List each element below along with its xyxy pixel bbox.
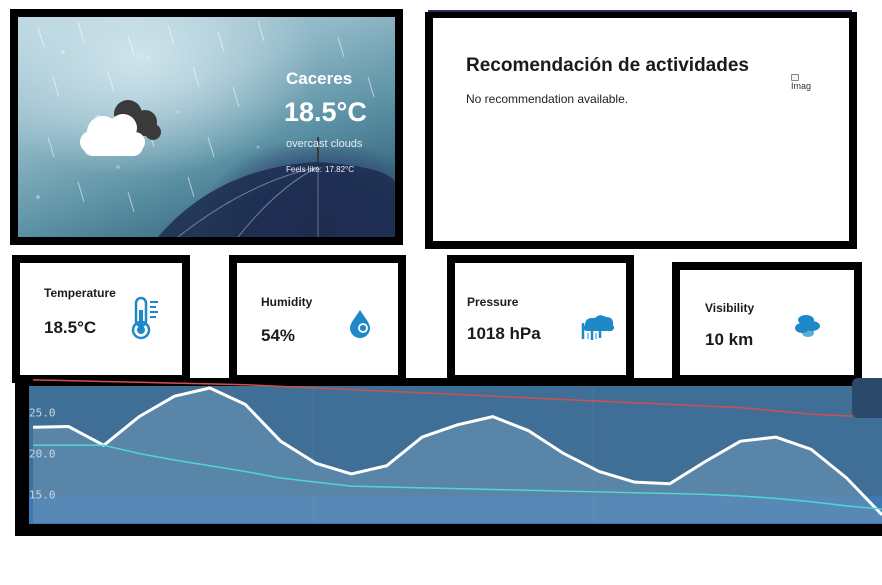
broken-image-icon — [791, 74, 799, 81]
chart-ytick-label-0: 25.0 — [29, 407, 56, 420]
feels-like-value: 17.82°C — [325, 165, 355, 174]
current-weather-card: Caceres 18.5°C overcast clouds Feels lik… — [10, 9, 403, 245]
city-name: Caceres — [286, 69, 353, 88]
image-alt-text: Imag — [791, 81, 812, 91]
stat-card-temperature: Temperature 18.5°C — [12, 255, 190, 383]
recommendation-card: Recomendación de actividades No recommen… — [425, 12, 857, 249]
stat-label-humidity: Humidity — [261, 295, 313, 309]
pressure-icon — [581, 315, 615, 340]
stat-label-visibility: Visibility — [705, 301, 755, 315]
thermometer-icon — [131, 296, 158, 340]
weather-description: overcast clouds — [286, 138, 363, 150]
chart-ytick-label-1: 20.0 — [29, 447, 56, 460]
stat-card-pressure: Pressure 1018 hPa — [447, 255, 634, 383]
stat-card-humidity: Humidity 54% — [229, 255, 406, 383]
stat-label-pressure: Pressure — [467, 295, 519, 309]
humidity-drop-icon — [350, 310, 370, 338]
chart-canvas: 25.0 20.0 15.0 — [15, 378, 882, 536]
recommendation-title: Recomendación de actividades — [466, 55, 749, 76]
stat-label-temperature: Temperature — [44, 286, 116, 300]
chart-ytick-label-2: 15.0 — [29, 488, 56, 501]
stat-value-temperature: 18.5°C — [44, 318, 97, 337]
stat-value-visibility: 10 km — [705, 330, 754, 349]
recommendation-text: No recommendation available. — [466, 92, 629, 106]
feels-like-label: Feels like: — [286, 165, 323, 174]
overcast-clouds-icon — [80, 100, 161, 156]
current-temperature: 18.5°C — [284, 97, 367, 127]
stat-value-pressure: 1018 hPa — [467, 324, 541, 343]
fog-visibility-icon — [795, 315, 820, 337]
feels-like: Feels like: 17.82°C — [286, 165, 354, 174]
chart-side-tab[interactable] — [852, 378, 882, 418]
temperature-chart: 25.0 20.0 15.0 — [15, 378, 882, 536]
stat-card-visibility: Visibility 10 km — [672, 262, 862, 383]
recommendation-image: Imag — [791, 74, 817, 100]
stat-value-humidity: 54% — [261, 326, 296, 345]
